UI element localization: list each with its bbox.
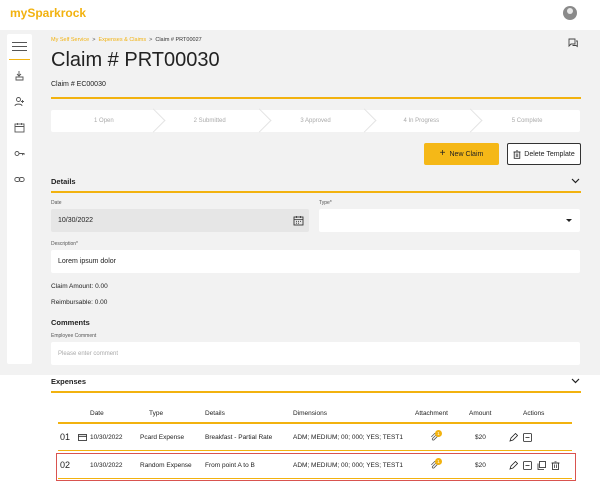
col-type: Type [149,410,164,417]
header-divider [58,422,572,424]
row-number: 01 [60,432,71,442]
description-value: Lorem ipsum dolor [58,258,116,265]
comments-section-title: Comments [51,318,90,327]
step-in-progress[interactable]: 4 In Progress [368,110,474,132]
col-actions: Actions [523,410,545,417]
link-icon[interactable] [14,174,25,185]
row-dimensions: ADM; MEDIUM; 00; 000; YES; TEST1 [293,462,403,469]
step-open[interactable]: 1 Open [51,110,157,132]
col-attachment: Attachment [415,410,448,417]
plus-icon: + [439,148,446,159]
employee-comment-label: Employee Comment [51,333,97,339]
new-claim-button[interactable]: + New Claim [424,143,499,165]
chat-icon[interactable] [568,35,578,48]
attachment-count-badge: 1 [435,430,442,437]
type-select[interactable] [319,209,580,232]
copy-icon[interactable] [537,461,546,470]
breadcrumb-current: Claim # PRT00027 [155,37,202,43]
details-section-title: Details [51,177,76,186]
row-amount: $20 [475,462,486,469]
reimbursable-amount: Reimbursable: 0.00 [51,299,108,306]
calendar-icon[interactable] [293,215,304,226]
claim-number: Claim # EC00030 [51,81,106,88]
avatar[interactable] [563,6,577,20]
step-submitted[interactable]: 2 Submitted [157,110,263,132]
trash-icon [513,149,521,159]
comment-placeholder: Please enter comment [58,350,119,357]
breadcrumb: My Self Service > Expenses & Claims > Claim … [51,37,202,43]
user-add-icon[interactable] [14,96,25,107]
edit-icon[interactable] [509,433,518,442]
collapse-icon[interactable] [523,433,532,442]
expenses-divider [51,391,581,393]
chevron-down-icon[interactable] [571,378,580,384]
row-number: 02 [60,460,71,470]
row-date: 10/30/2022 [90,462,123,469]
sidebar-divider [9,59,30,60]
col-amount: Amount [469,410,492,417]
brand-logo[interactable]: mySparkrock [10,6,86,20]
calendar-icon[interactable] [14,122,25,133]
row-details: From point A to B [205,462,255,469]
chevron-down-icon[interactable] [571,178,580,184]
date-field[interactable]: 10/30/2022 [51,209,309,232]
delete-template-label: Delete Template [524,150,575,158]
step-complete[interactable]: 5 Complete [474,110,580,132]
expenses-section-title: Expenses [51,377,87,386]
edit-icon[interactable] [509,461,518,470]
details-divider [51,191,581,193]
col-date: Date [90,410,104,417]
table-row[interactable]: 01 10/30/2022 Pcard Expense Breakfast - … [58,428,572,450]
row-divider [58,450,572,451]
credit-card-icon [78,434,87,441]
employee-comment-field[interactable]: Please enter comment [51,342,580,365]
caret-down-icon [566,219,572,222]
col-dimensions: Dimensions [293,410,327,417]
status-stepper: 1 Open 2 Submitted 3 Approved 4 In Progr… [51,110,580,132]
col-details: Details [205,410,225,417]
description-label: Description* [51,241,78,247]
date-value: 10/30/2022 [58,217,94,224]
row-type: Pcard Expense [140,434,185,441]
row-divider [58,478,572,479]
title-divider [51,97,581,99]
sidebar [7,34,32,364]
top-bar: mySparkrock [0,0,600,30]
table-row[interactable]: 02 10/30/2022 Random Expense From point … [58,456,572,478]
row-dimensions: ADM; MEDIUM; 00; 000; YES; TEST1 [293,434,403,441]
breadcrumb-expenses-claims[interactable]: Expenses & Claims [98,37,146,43]
row-details: Breakfast - Partial Rate [205,434,273,441]
attachment-count-badge: 1 [435,458,442,465]
description-field[interactable]: Lorem ipsum dolor [51,250,580,273]
row-amount: $20 [475,434,486,441]
key-icon[interactable] [14,148,25,159]
date-label: Date [51,200,62,206]
row-date: 10/30/2022 [90,434,123,441]
type-label: Type* [319,200,332,206]
trash-icon[interactable] [551,461,560,470]
delete-template-button[interactable]: Delete Template [507,143,581,165]
new-claim-label: New Claim [449,150,484,158]
hamburger-menu-icon[interactable] [7,39,32,53]
step-approved[interactable]: 3 Approved [263,110,369,132]
hand-money-icon[interactable] [14,70,25,81]
page-title: Claim # PRT00030 [51,49,220,71]
breadcrumb-my-self-service[interactable]: My Self Service [51,37,89,43]
claim-amount: Claim Amount: 0.00 [51,283,108,290]
collapse-icon[interactable] [523,461,532,470]
row-type: Random Expense [140,462,192,469]
